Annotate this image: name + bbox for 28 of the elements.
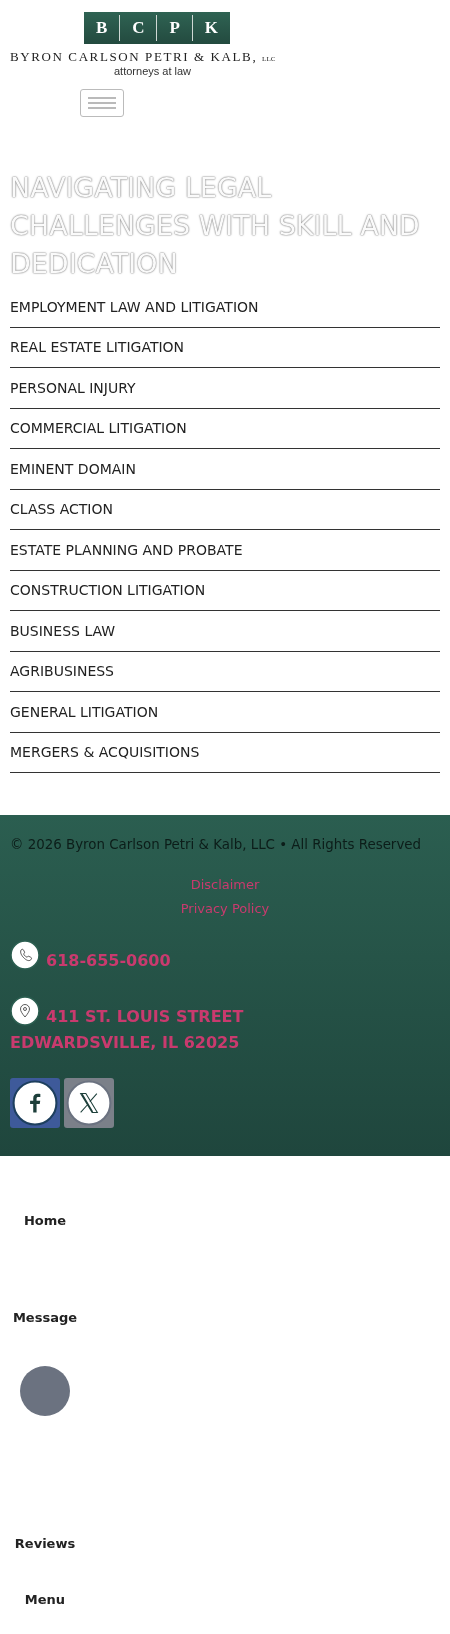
tagline: attorneys at law [114, 65, 193, 78]
facebook-button[interactable] [10, 1078, 60, 1128]
practice-area-link[interactable]: MERGERS & ACQUISITIONS [10, 744, 200, 761]
nav-link[interactable]: Reviews [14, 1536, 76, 1551]
practice-area-link[interactable]: CONSTRUCTION LITIGATION [10, 582, 206, 599]
practice-area-link[interactable]: CLASS ACTION [10, 501, 113, 518]
phone-icon [10, 940, 40, 970]
nav-link[interactable]: Home [23, 1213, 67, 1228]
nav-link[interactable]: Message [12, 1310, 78, 1325]
x-button[interactable] [64, 1078, 114, 1128]
practice-area-link[interactable]: ESTATE PLANNING AND PROBATE [10, 541, 243, 558]
nav-link[interactable]: Menu [24, 1592, 66, 1607]
practice-area-link[interactable]: AGRIBUSINESS [10, 663, 114, 680]
practice-area-link[interactable]: BUSINESS LAW [10, 622, 116, 639]
hero-heading: NAVIGATING LEGAL CHALLENGES WITH SKILL AND DEDICATION [10, 171, 421, 281]
practice-area-link[interactable]: PERSONAL INJURY [10, 379, 136, 396]
practice-area-link[interactable]: GENERAL LITIGATION [10, 703, 159, 720]
location-pin-icon [10, 996, 40, 1026]
facebook-icon [12, 1080, 58, 1126]
practice-area-link[interactable]: EMINENT DOMAIN [10, 460, 136, 477]
practice-area-link[interactable]: COMMERCIAL LITIGATION [10, 420, 187, 437]
round-button[interactable] [20, 1366, 70, 1416]
practice-area-link[interactable]: EMPLOYMENT LAW AND LITIGATION [10, 298, 259, 315]
practice-area-link[interactable]: REAL ESTATE LITIGATION [10, 339, 185, 356]
menu-icon [88, 97, 116, 109]
x-logo-icon [66, 1080, 112, 1126]
logo-badge[interactable]: B C P K [84, 12, 230, 44]
copyright-text: © 2026 Byron Carlson Petri & Kalb, LLC • All Rights Reserved [10, 837, 423, 852]
